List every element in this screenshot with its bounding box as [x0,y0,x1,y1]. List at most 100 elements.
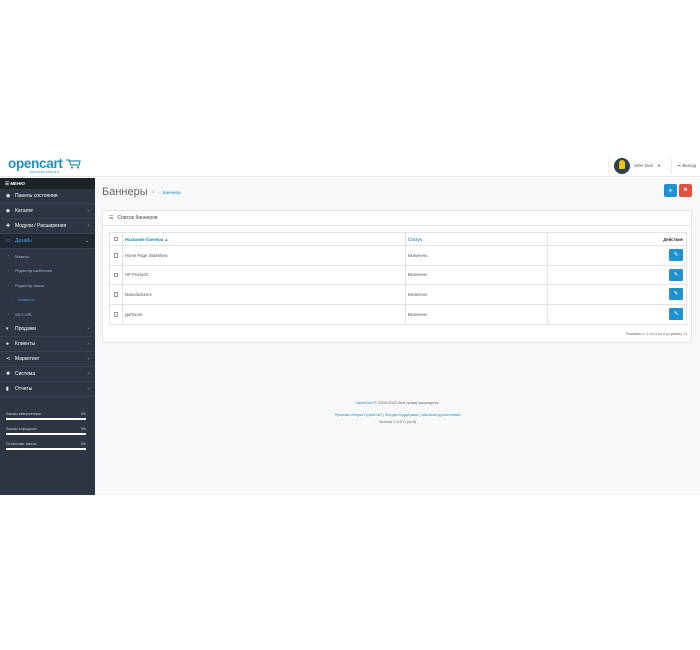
edit-button[interactable]: ✎ [669,268,683,281]
chevron-right-icon: › [87,208,89,214]
logo-subtitle: русская сборка [30,170,59,174]
footer-separator: | [382,412,384,417]
footer-separator: | [419,412,421,417]
banner-table: Название баннера ▲ Статус Действие Home … [109,232,687,325]
footer-link-store[interactable]: Магазин дополнений [422,412,461,417]
main-content: Баннеры ⌂ › Баннеры + ✖ ☰ Список баннеро… [95,178,700,495]
cell-action: ✎ [548,285,686,304]
sidebar-item-dashboard[interactable]: ◉ Панель состояния [0,189,95,204]
add-button[interactable]: + [664,184,677,197]
footer-link-russian-build[interactable]: Русская сборка OpenCart [334,412,381,417]
sidebar-item-system[interactable]: ✹ Система › [0,367,95,382]
stat-value: 0% [80,442,86,446]
bullet-icon: › [8,283,10,288]
sidebar-subitem-theme-editor[interactable]: › Редактор шаблонов [0,263,95,278]
list-icon: ☰ [109,215,114,221]
sidebar-item-label: Клиенты [15,340,36,347]
table-header-row: Название баннера ▲ Статус Действие [110,233,686,246]
sidebar-item-label: Модули / Расширения [15,223,67,229]
edit-button[interactable]: ✎ [669,308,683,321]
stat-value: 0% [80,427,86,431]
cart-logo-icon [66,159,81,169]
app-frame: opencart русская сборка John Doe ▼ ⇥ Вых… [0,154,700,495]
edit-button[interactable]: ✎ [669,249,683,262]
cell-name: HP Products [123,265,406,284]
gear-icon: ✹ [6,370,11,377]
sidebar-subitem-label: Макеты [15,253,30,259]
footer: OpenCart © 2009-2022 Все права защищены.… [95,399,700,425]
caret-down-icon: ▼ [657,163,661,168]
cell-action: ✎ [548,266,686,285]
row-checkbox[interactable] [113,312,119,317]
sidebar-subitem-seo-url[interactable]: › SEO URL [0,307,95,322]
sidebar-item-extensions[interactable]: ✚ Модули / Расширения › [0,219,95,234]
footer-link-forum[interactable]: Форум поддержки [385,412,418,417]
logout-button[interactable]: ⇥ Выход [670,157,696,174]
user-menu[interactable]: John Doe ▼ [607,157,661,174]
edit-button[interactable]: ✎ [669,288,683,301]
chevron-right-icon: › [87,223,89,229]
sidebar-item-label: Продажи [15,325,36,332]
sidebar-subitem-label: Баннеры [18,297,35,303]
select-all-checkbox[interactable] [113,236,119,242]
sidebar-item-catalog[interactable]: ◆ Каталог › [0,204,95,219]
chevron-right-icon: › [87,340,89,347]
sidebar-item-label: Дизайн [15,238,32,244]
cell-status: Включено [406,246,548,265]
row-checkbox[interactable] [113,292,119,297]
table-row: ДоПосле Включено ✎ [110,304,686,324]
sidebar-subitem-label: SEO URL [15,311,33,317]
column-header-action: Действие [663,236,683,242]
copyright-text: © 2009-2022 Все права защищены. [372,400,440,405]
avatar [613,157,630,174]
cell-action: ✎ [548,246,686,265]
bullet-icon: › [8,254,10,259]
column-header-status[interactable]: Статус [406,233,548,245]
user-icon: ● [6,340,10,347]
share-icon: ≺ [6,355,11,362]
row-check-cell [110,246,123,265]
sidebar-subitem-banners[interactable]: › Баннеры [0,292,95,307]
select-all-cell [110,233,123,245]
cell-name: ДоПосле [123,304,406,324]
table-row: Home Page Slideshow Включено ✎ [110,246,686,266]
sidebar-item-label: Отчеты [15,385,33,392]
breadcrumb-banners-link[interactable]: Баннеры [163,190,182,195]
sidebar-subitem-layouts[interactable]: › Макеты [0,249,95,264]
sidebar-subitem-language-editor[interactable]: › Редактор языка [0,278,95,293]
menu-toggle[interactable]: ☰ МЕНЮ [0,178,95,189]
chevron-right-icon: › [87,355,89,362]
sidebar-item-label: Панель состояния [15,193,58,199]
sidebar-item-design[interactable]: ▭ Дизайн ⌄ [0,234,95,249]
top-header: opencart русская сборка John Doe ▼ ⇥ Вых… [0,154,700,177]
cell-status: Включено [406,304,548,324]
sidebar-item-label: Система [15,370,36,377]
breadcrumb: ⌂ › Баннеры [152,189,181,195]
pagination-text: Показано с 1 по 4 из 4 (страниц: 1) [625,332,687,336]
opencart-logo[interactable]: opencart русская сборка [8,157,81,174]
sidebar-item-reports[interactable]: ▮ Отчеты › [0,382,95,397]
sidebar-item-sales[interactable]: ▾ Продажи › [0,322,95,337]
stat-completed: Заказы завершенные 0% [6,411,86,420]
opencart-link[interactable]: OpenCart [355,400,372,405]
column-header-name[interactable]: Название баннера ▲ [123,233,406,245]
hamburger-icon: ☰ [5,181,10,186]
sidebar-item-customers[interactable]: ● Клиенты › [0,337,95,352]
table-row: HP Products Включено ✎ [110,265,686,285]
stat-label: Остальные заказы [6,442,37,446]
footer-version: Version 3.0.2.0 (rs.8) [378,419,417,424]
order-stats: Заказы завершенные 0% Заказы в процессе … [6,411,86,456]
stat-label: Заказы завершенные [6,412,42,416]
home-icon[interactable]: ⌂ [152,189,155,195]
sidebar: ☰ МЕНЮ ◉ Панель состояния ◆ Каталог › ✚ … [0,178,95,495]
sidebar-subitem-label: Редактор языка [15,282,45,288]
tag-icon: ◆ [6,208,10,214]
row-checkbox[interactable] [113,272,119,277]
sidebar-item-marketing[interactable]: ≺ Маркетинг › [0,352,95,367]
menu-label: МЕНЮ [10,181,25,186]
pencil-icon: ✎ [673,252,679,259]
delete-button[interactable]: ✖ [679,184,692,197]
row-checkbox[interactable] [113,253,119,258]
bullet-icon: › [11,297,13,302]
bullet-icon: › [8,312,10,317]
